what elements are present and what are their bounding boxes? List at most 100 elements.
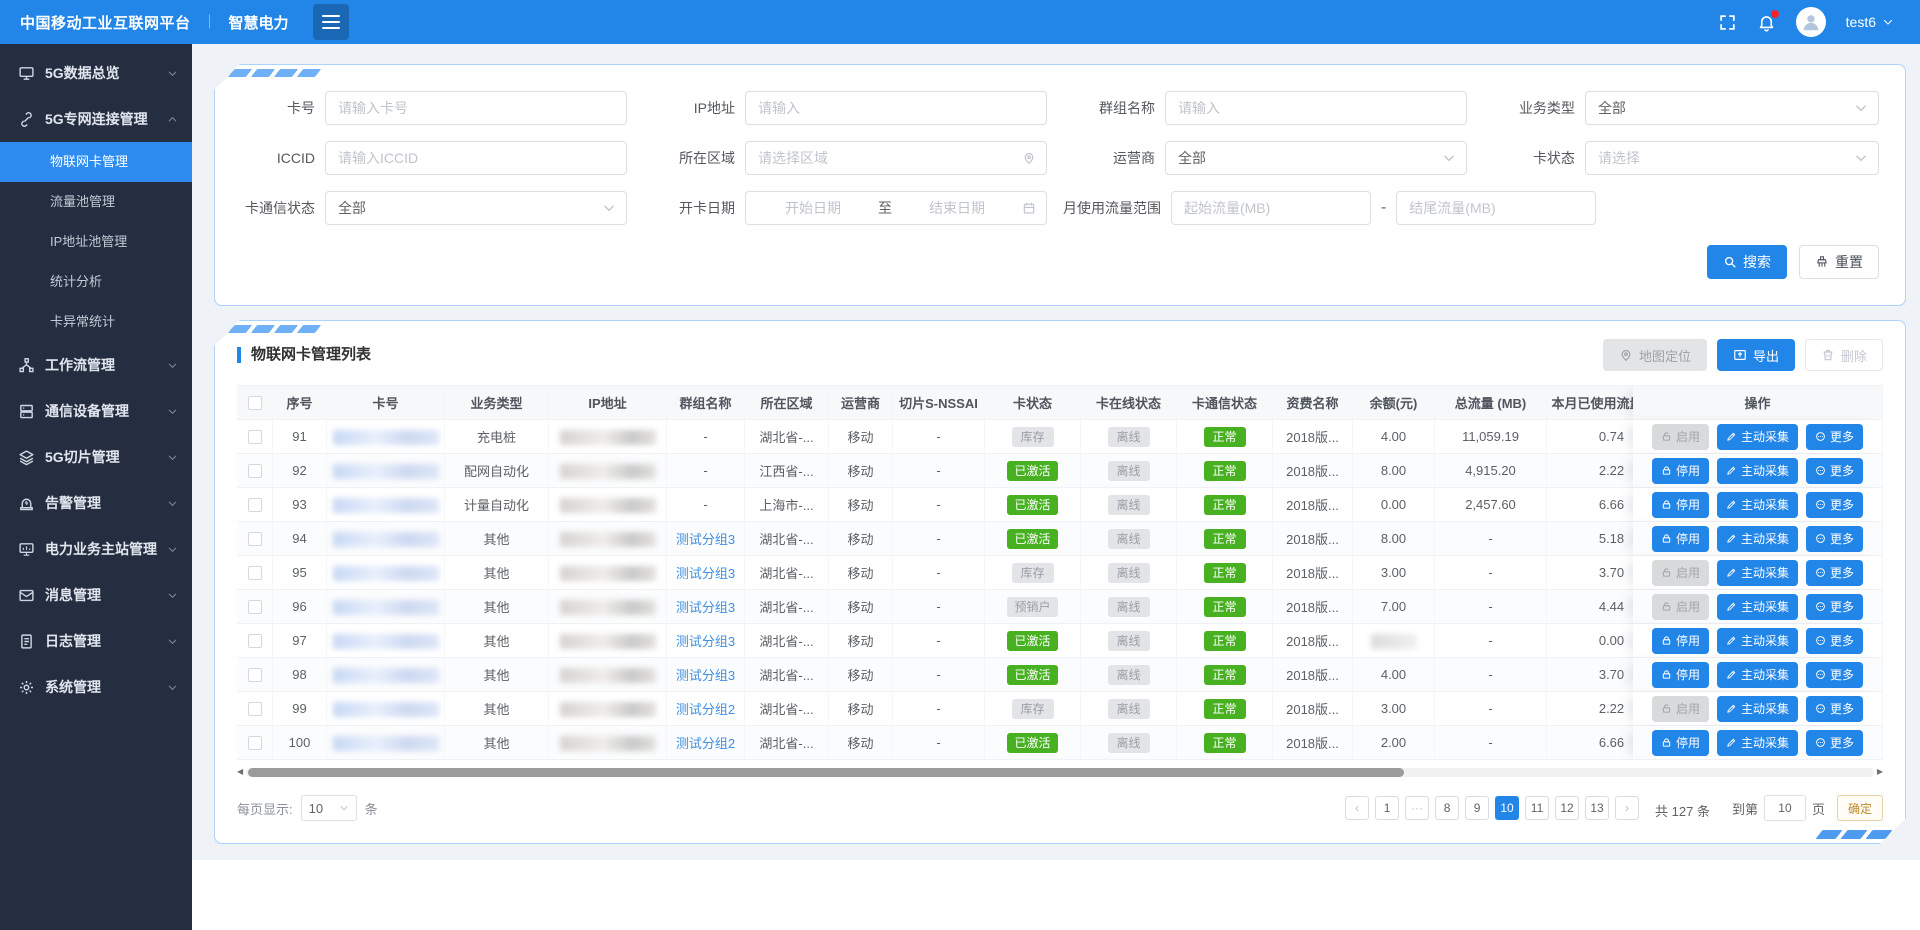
enable-card-button[interactable]: 启用	[1652, 696, 1709, 722]
search-button[interactable]: 搜索	[1707, 245, 1787, 279]
flow-start-input[interactable]	[1171, 191, 1371, 225]
sidebar-subitem[interactable]: 物联网卡管理	[0, 142, 192, 182]
export-button[interactable]: 导出	[1717, 339, 1795, 371]
sidebar-collapse-button[interactable]	[313, 4, 349, 40]
per-page-select[interactable]: 10	[301, 795, 357, 821]
sidebar-subitem[interactable]: 统计分析	[0, 262, 192, 302]
disable-card-button[interactable]: 停用	[1652, 458, 1709, 484]
ip-input[interactable]	[745, 91, 1047, 125]
sidebar-subitem[interactable]: IP地址池管理	[0, 222, 192, 262]
sidebar-item-1[interactable]: 5G专网连接管理	[0, 96, 192, 142]
more-button[interactable]: 更多	[1806, 458, 1863, 484]
row-checkbox[interactable]	[248, 736, 262, 750]
disable-card-button[interactable]: 停用	[1652, 662, 1709, 688]
sidebar-subitem[interactable]: 卡异常统计	[0, 302, 192, 342]
sidebar-item-5[interactable]: 告警管理	[0, 480, 192, 526]
user-menu[interactable]: test6	[1846, 14, 1894, 30]
row-checkbox[interactable]	[248, 532, 262, 546]
group-link[interactable]: 测试分组2	[676, 736, 735, 751]
active-collect-button[interactable]: 主动采集	[1717, 526, 1798, 552]
group-name-input[interactable]	[1165, 91, 1467, 125]
enable-card-button[interactable]: 启用	[1652, 560, 1709, 586]
row-checkbox[interactable]	[248, 498, 262, 512]
disable-card-button[interactable]: 停用	[1652, 492, 1709, 518]
fullscreen-icon[interactable]	[1718, 13, 1737, 32]
iccid-input[interactable]	[325, 141, 627, 175]
next-page-button[interactable]: ›	[1615, 796, 1639, 820]
prev-page-button[interactable]: ‹	[1345, 796, 1369, 820]
row-checkbox[interactable]	[248, 430, 262, 444]
group-link[interactable]: 测试分组3	[676, 566, 735, 581]
row-checkbox[interactable]	[248, 566, 262, 580]
open-date-range-picker[interactable]: 开始日期 至 结束日期	[745, 191, 1047, 225]
horizontal-scrollbar[interactable]: ◀ ▶	[237, 765, 1883, 779]
avatar[interactable]	[1796, 7, 1826, 37]
active-collect-button[interactable]: 主动采集	[1717, 662, 1798, 688]
sidebar-item-4[interactable]: 5G切片管理	[0, 434, 192, 480]
card-status-select[interactable]: 请选择	[1585, 141, 1879, 175]
active-collect-button[interactable]: 主动采集	[1717, 560, 1798, 586]
confirm-button[interactable]: 确定	[1837, 795, 1883, 821]
more-button[interactable]: 更多	[1806, 730, 1863, 756]
map-locate-button[interactable]: 地图定位	[1603, 339, 1707, 371]
notification-bell-icon[interactable]	[1757, 13, 1776, 32]
disable-card-button[interactable]: 停用	[1652, 628, 1709, 654]
more-button[interactable]: 更多	[1806, 696, 1863, 722]
group-link[interactable]: 测试分组3	[676, 634, 735, 649]
page-number-button[interactable]: 11	[1525, 796, 1549, 820]
disable-card-button[interactable]: 停用	[1652, 526, 1709, 552]
scroll-right-arrow-icon[interactable]: ▶	[1877, 768, 1883, 776]
page-number-button[interactable]: 10	[1495, 796, 1519, 820]
sidebar-item-3[interactable]: 通信设备管理	[0, 388, 192, 434]
active-collect-button[interactable]: 主动采集	[1717, 594, 1798, 620]
more-button[interactable]: 更多	[1806, 560, 1863, 586]
active-collect-button[interactable]: 主动采集	[1717, 492, 1798, 518]
more-button[interactable]: 更多	[1806, 526, 1863, 552]
card-number-input[interactable]	[325, 91, 627, 125]
scrollbar-thumb[interactable]	[248, 768, 1404, 777]
more-button[interactable]: 更多	[1806, 662, 1863, 688]
active-collect-button[interactable]: 主动采集	[1717, 458, 1798, 484]
flow-end-input[interactable]	[1396, 191, 1596, 225]
more-button[interactable]: 更多	[1806, 594, 1863, 620]
scroll-left-arrow-icon[interactable]: ◀	[237, 768, 243, 776]
page-number-button[interactable]: 12	[1555, 796, 1579, 820]
active-collect-button[interactable]: 主动采集	[1717, 628, 1798, 654]
row-checkbox[interactable]	[248, 600, 262, 614]
group-link[interactable]: 测试分组3	[676, 668, 735, 683]
row-checkbox[interactable]	[248, 702, 262, 716]
row-checkbox[interactable]	[248, 634, 262, 648]
select-all-checkbox[interactable]	[248, 396, 262, 410]
disable-card-button[interactable]: 停用	[1652, 730, 1709, 756]
page-number-button[interactable]: 13	[1585, 796, 1609, 820]
active-collect-button[interactable]: 主动采集	[1717, 696, 1798, 722]
sidebar-item-7[interactable]: 消息管理	[0, 572, 192, 618]
enable-card-button[interactable]: 启用	[1652, 424, 1709, 450]
page-number-button[interactable]: 1	[1375, 796, 1399, 820]
active-collect-button[interactable]: 主动采集	[1717, 424, 1798, 450]
row-checkbox[interactable]	[248, 464, 262, 478]
sidebar-item-2[interactable]: 工作流管理	[0, 342, 192, 388]
sidebar-item-6[interactable]: 电力业务主站管理	[0, 526, 192, 572]
more-button[interactable]: 更多	[1806, 628, 1863, 654]
carrier-select[interactable]: 全部	[1165, 141, 1467, 175]
group-link[interactable]: 测试分组3	[676, 532, 735, 547]
group-link[interactable]: 测试分组3	[676, 600, 735, 615]
goto-page-input[interactable]	[1764, 795, 1806, 821]
more-button[interactable]: 更多	[1806, 424, 1863, 450]
page-number-button[interactable]: 9	[1465, 796, 1489, 820]
group-link[interactable]: 测试分组2	[676, 702, 735, 717]
row-checkbox[interactable]	[248, 668, 262, 682]
active-collect-button[interactable]: 主动采集	[1717, 730, 1798, 756]
more-button[interactable]: 更多	[1806, 492, 1863, 518]
sidebar-item-9[interactable]: 系统管理	[0, 664, 192, 710]
reset-button[interactable]: 重置	[1799, 245, 1879, 279]
page-number-button[interactable]: 8	[1435, 796, 1459, 820]
comm-status-select[interactable]: 全部	[325, 191, 627, 225]
business-type-select[interactable]: 全部	[1585, 91, 1879, 125]
region-select[interactable]: 请选择区域	[745, 141, 1047, 175]
sidebar-item-8[interactable]: 日志管理	[0, 618, 192, 664]
delete-button[interactable]: 删除	[1805, 339, 1883, 371]
sidebar-item-0[interactable]: 5G数据总览	[0, 50, 192, 96]
sidebar-subitem[interactable]: 流量池管理	[0, 182, 192, 222]
